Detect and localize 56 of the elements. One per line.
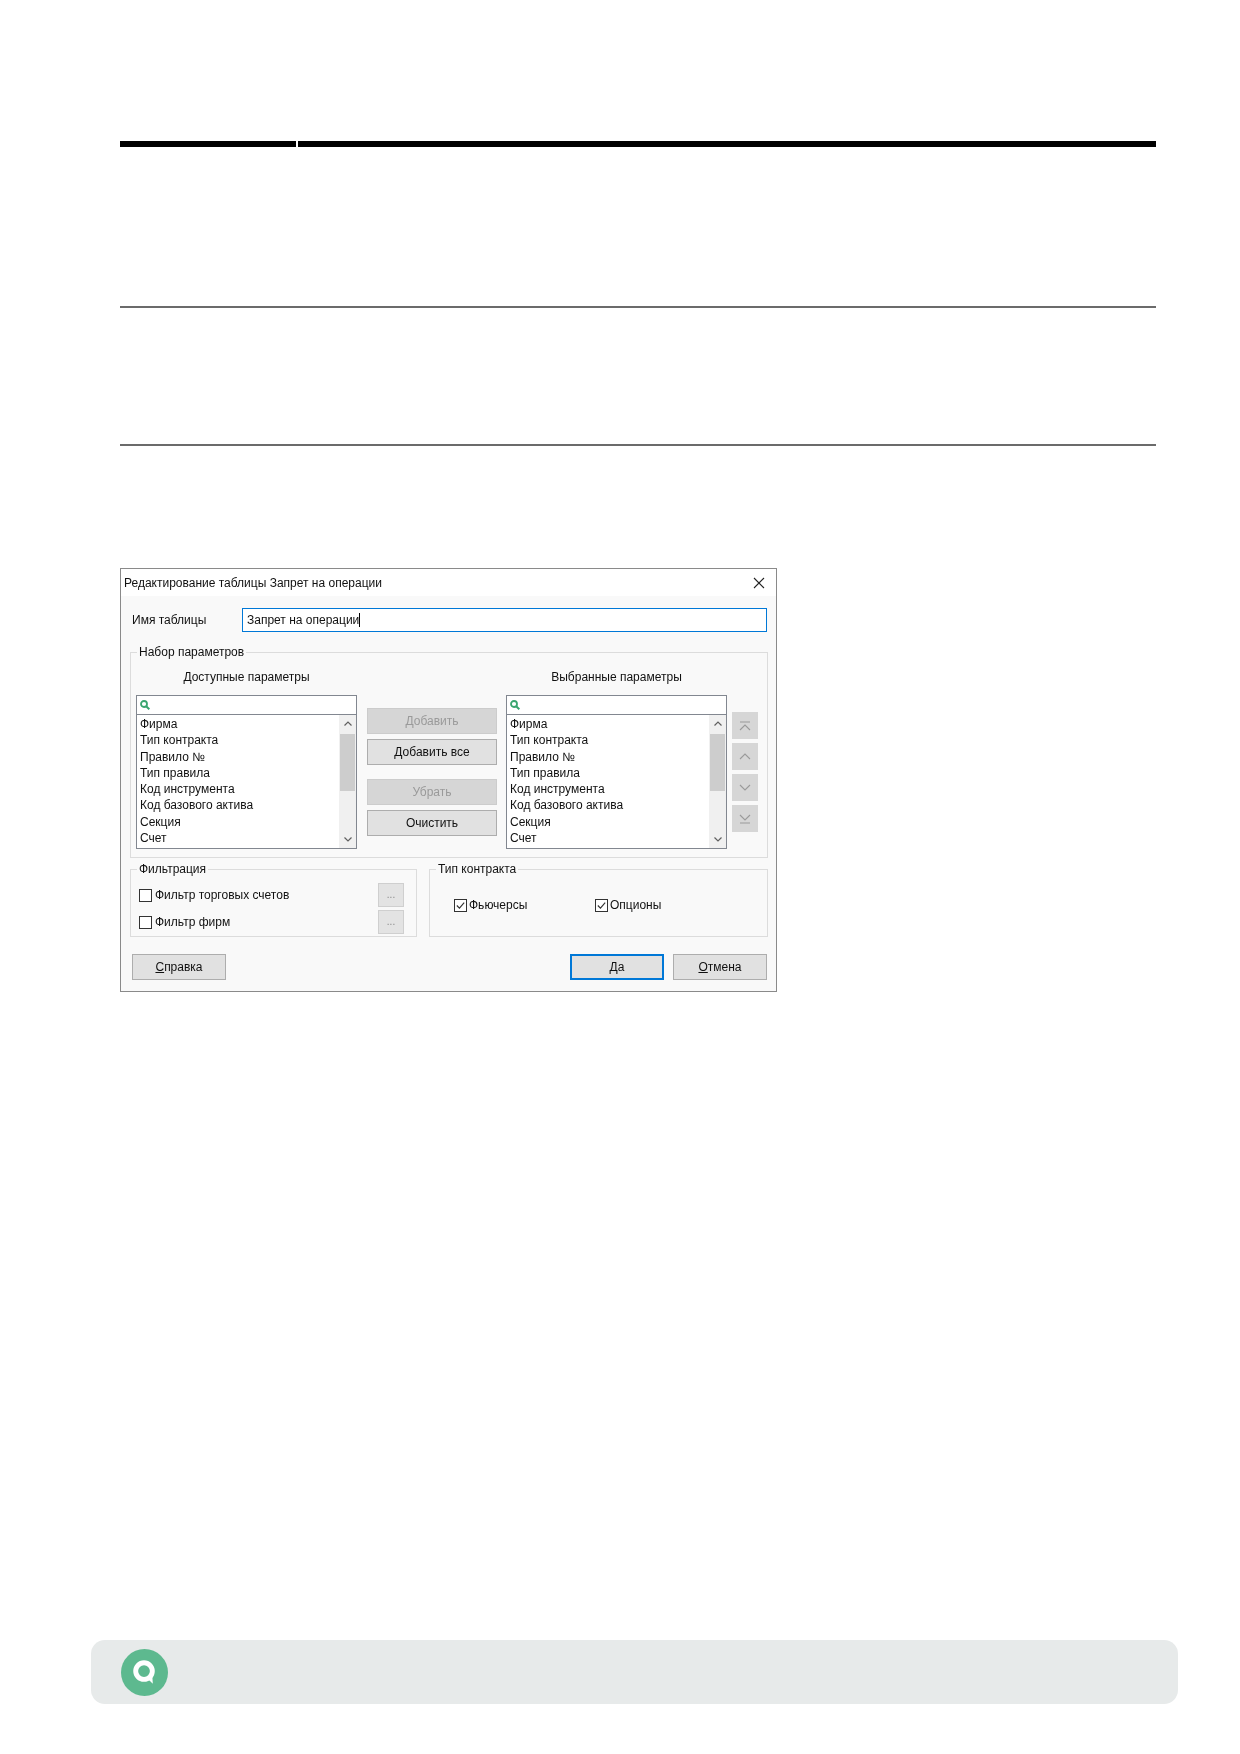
checkbox-label[interactable]: Фильтр фирм [155, 915, 231, 929]
scrollbar-thumb[interactable] [340, 734, 355, 791]
dialog-button[interactable]: Отмена [673, 954, 767, 980]
action-button[interactable]: Очистить [367, 810, 497, 836]
checkbox[interactable] [595, 898, 608, 912]
close-icon [753, 576, 765, 589]
search-icon [140, 700, 150, 710]
list-item[interactable]: Правило № [140, 748, 206, 765]
action-button[interactable]: Добавить все [367, 739, 497, 765]
chevron-up-icon [713, 721, 722, 726]
list-item[interactable]: Счет [510, 830, 537, 847]
chevron-up-icon [739, 751, 751, 762]
checkmark-icon [597, 901, 606, 909]
window-title: Редактирование таблицы Запрет на операции [124, 575, 382, 590]
text-cursor-icon [359, 613, 361, 627]
list-item[interactable]: Тип контракта [510, 732, 589, 749]
dialog-button[interactable]: Да [570, 954, 664, 980]
checkbox-label[interactable]: Фильтр торговых счетов [155, 888, 290, 902]
list-item[interactable]: Код базового актива [140, 797, 254, 814]
group-title: Набор параметров [138, 645, 246, 659]
bar-chevron-up-icon [739, 720, 751, 731]
list-item[interactable]: Тип правила [140, 764, 210, 782]
list-item[interactable]: Секция [140, 813, 181, 831]
list-item[interactable]: Фирма [140, 716, 178, 733]
chevron-down-icon [713, 837, 722, 842]
checkbox-label[interactable]: Опционы [610, 898, 662, 912]
table-name-field[interactable]: Запрет на операции [242, 608, 767, 632]
group-title: Тип контракта [437, 862, 518, 876]
list-item[interactable]: Секция [510, 813, 551, 831]
group-title: Фильтрация [138, 862, 208, 876]
field-label: Имя таблицы [132, 613, 208, 627]
scrollbar[interactable] [339, 715, 356, 848]
chevron-up-icon [343, 721, 352, 726]
list-item[interactable]: Тип правила [510, 764, 580, 782]
list-item[interactable]: Фирма [510, 716, 548, 733]
column-title: Доступные параметры [183, 670, 310, 684]
list-item[interactable]: Код базового актива [510, 797, 624, 814]
checkbox-label[interactable]: Фьючерсы [469, 898, 528, 912]
scrollbar-thumb[interactable] [710, 734, 725, 791]
checkbox[interactable] [139, 888, 152, 902]
search-icon [510, 700, 520, 710]
checkmark-icon [456, 901, 465, 909]
list-item[interactable]: Тип контракта [140, 732, 219, 749]
chevron-down-icon [739, 782, 751, 793]
scrollbar[interactable] [709, 715, 726, 848]
list-item[interactable]: Правило № [510, 748, 576, 765]
list-item[interactable]: Код инструмента [510, 781, 605, 798]
checkbox[interactable] [139, 915, 152, 929]
dialog-button[interactable]: Справка [132, 954, 226, 980]
list-item[interactable]: Код инструмента [140, 781, 235, 798]
checkbox[interactable] [454, 898, 467, 912]
chevron-down-bar-icon [739, 813, 751, 824]
column-title: Выбранные параметры [551, 670, 682, 684]
list-item[interactable]: Счет [140, 830, 167, 847]
chevron-down-icon [343, 837, 352, 842]
logo-icon [121, 1648, 168, 1696]
